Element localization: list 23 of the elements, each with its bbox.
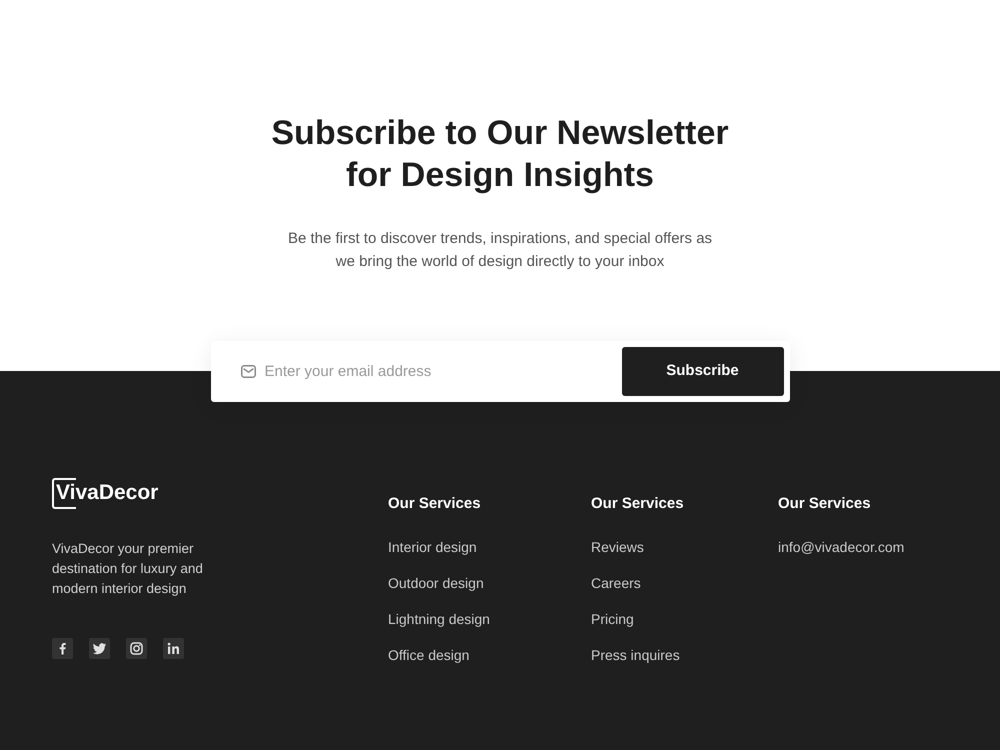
footer-link[interactable]: Lightning design: [388, 610, 490, 628]
footer-link[interactable]: Press inquires: [591, 646, 680, 664]
column-heading: Our Services: [778, 495, 871, 513]
footer-link[interactable]: Careers: [591, 574, 641, 592]
footer-link[interactable]: Outdoor design: [388, 574, 484, 592]
subscribe-button[interactable]: Subscribe: [622, 347, 784, 396]
footer-link[interactable]: Reviews: [591, 538, 644, 556]
linkedin-icon[interactable]: [163, 638, 184, 659]
footer-link[interactable]: Interior design: [388, 538, 477, 556]
footer-link[interactable]: info@vivadecor.com: [778, 538, 904, 556]
newsletter-description: Be the first to discover trends, inspirations, and special offers as we bring the world of design directly to your inbox: [286, 229, 714, 272]
brand-description: VivaDecor your premier destination for luxury and modern interior design: [52, 540, 204, 598]
twitter-icon[interactable]: [89, 638, 110, 659]
facebook-icon[interactable]: [52, 638, 73, 659]
instagram-icon[interactable]: [126, 638, 147, 659]
footer-link[interactable]: Pricing: [591, 610, 634, 628]
column-heading: Our Services: [591, 495, 684, 513]
footer-link[interactable]: Office design: [388, 646, 470, 664]
subscribe-form[interactable]: Enter your email address Subscribe: [210, 341, 790, 402]
newsletter-title: Subscribe to Our Newsletter for Design Insights: [270, 113, 730, 196]
column-heading: Our Services: [388, 495, 481, 513]
email-field[interactable]: Enter your email address: [264, 352, 612, 392]
mail-icon: [240, 365, 256, 378]
